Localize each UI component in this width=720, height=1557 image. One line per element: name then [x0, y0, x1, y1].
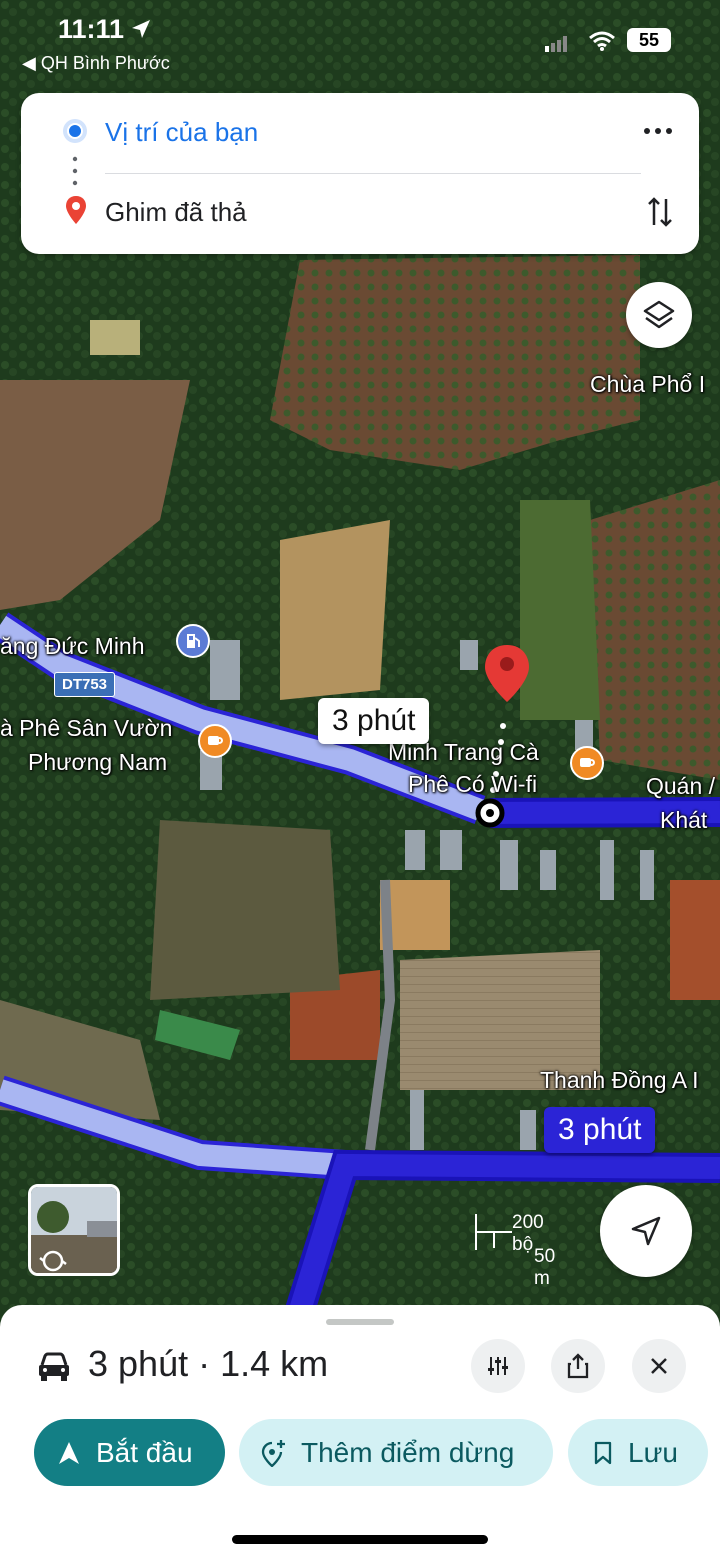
status-bar: 11:11 ◀ QH Bình Phước 55: [0, 0, 720, 80]
save-label: Lưu: [628, 1436, 678, 1468]
car-icon: [39, 1352, 69, 1381]
route-callout-selected[interactable]: 3 phút: [544, 1107, 656, 1153]
layers-button[interactable]: [626, 282, 692, 348]
cafe-icon[interactable]: [570, 746, 604, 780]
back-to-app-link[interactable]: ◀ QH Bình Phước: [22, 53, 170, 74]
map-label-phuong-nam[interactable]: Phương Nam: [28, 748, 167, 777]
destination-text: Ghim đã thả: [105, 197, 247, 227]
close-button[interactable]: [632, 1339, 686, 1393]
route-bottom-sheet: 3 phút · 1.4 km Bắt đầu Thêm điểm dừng L…: [0, 1305, 720, 1557]
wifi-icon: [589, 31, 615, 51]
layers-icon: [643, 300, 675, 329]
street-view-thumbnail[interactable]: [28, 1184, 120, 1276]
battery-indicator: 55: [627, 28, 671, 52]
route-summary: 3 phút · 1.4 km: [88, 1343, 329, 1384]
add-stop-button[interactable]: Thêm điểm dừng: [239, 1419, 553, 1486]
map-label-quan-1[interactable]: Quán /: [646, 772, 715, 801]
tune-icon: [488, 1357, 508, 1375]
route-options-button[interactable]: [471, 1339, 525, 1393]
street-view-image: [31, 1187, 117, 1273]
cafe-icon[interactable]: [198, 724, 232, 758]
more-vert-icon[interactable]: [643, 127, 673, 135]
status-time: 11:11: [58, 14, 125, 44]
start-label: Bắt đầu: [96, 1436, 193, 1468]
origin-text: Vị trí của bạn: [105, 117, 259, 147]
road-shield: DT753: [54, 672, 116, 697]
navigation-arrow-icon: [631, 1216, 661, 1246]
sheet-drag-handle[interactable]: [326, 1319, 394, 1325]
destination-row[interactable]: Ghim đã thả: [21, 183, 699, 243]
scale-metric: 50 m: [534, 1246, 556, 1289]
route-callout-alt[interactable]: 3 phút: [318, 698, 430, 744]
home-indicator[interactable]: [232, 1535, 488, 1544]
scale-bar-icon: [475, 1214, 512, 1250]
map-label-quan-2[interactable]: Khát: [660, 806, 707, 835]
bookmark-icon: [594, 1441, 612, 1464]
add-location-icon: [261, 1439, 285, 1467]
navigation-icon: [59, 1441, 79, 1464]
divider: [105, 173, 641, 174]
directions-card: Vị trí của bạn Ghim đã thả: [21, 93, 699, 254]
close-icon: [651, 1358, 667, 1374]
map-label-chua-pho[interactable]: Chùa Phổ I: [590, 370, 705, 399]
save-button[interactable]: Lưu: [568, 1419, 708, 1486]
your-location-icon: [63, 119, 87, 143]
map-label-thanh-dong[interactable]: Thanh Đồng A I: [540, 1066, 699, 1095]
map-label-minh-trang-2[interactable]: Phê Có Wi-fi: [408, 770, 537, 799]
location-arrow-icon: [132, 20, 150, 38]
cellular-signal-icon: [545, 36, 567, 52]
gas-station-icon[interactable]: [176, 624, 210, 658]
origin-row[interactable]: Vị trí của bạn: [21, 103, 699, 163]
map-label-ca-phe-san-vuon[interactable]: à Phê Sân Vườn: [0, 714, 172, 743]
map-label-cang-duc-minh[interactable]: ăng Đức Minh: [0, 632, 145, 661]
share-button[interactable]: [551, 1339, 605, 1393]
share-icon: [567, 1353, 589, 1379]
start-button[interactable]: Bắt đầu: [34, 1419, 225, 1486]
swap-vertical-icon[interactable]: [647, 195, 673, 229]
recenter-button[interactable]: [600, 1185, 692, 1277]
pin-icon: [66, 196, 86, 224]
add-stop-label: Thêm điểm dừng: [301, 1436, 515, 1468]
